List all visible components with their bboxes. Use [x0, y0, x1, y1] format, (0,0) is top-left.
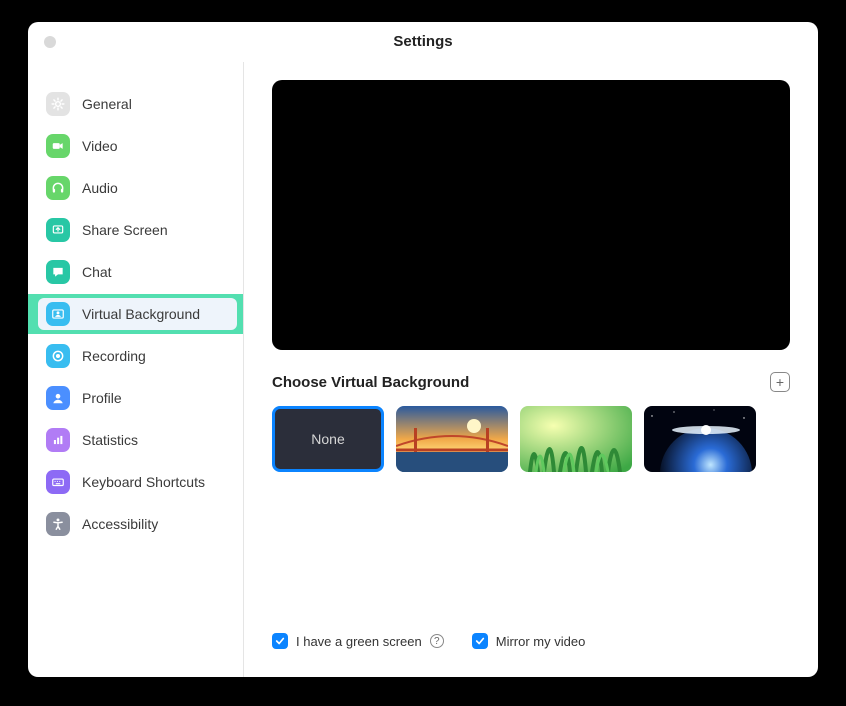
keyboard-icon: [46, 470, 70, 494]
sidebar-item-audio[interactable]: Audio: [28, 168, 243, 208]
sidebar-item-recording[interactable]: Recording: [28, 336, 243, 376]
sidebar-item-label: Keyboard Shortcuts: [82, 474, 205, 490]
accessibility-icon: [46, 512, 70, 536]
help-icon[interactable]: ?: [430, 634, 444, 648]
sidebar-item-profile[interactable]: Profile: [28, 378, 243, 418]
check-icon: [475, 636, 485, 646]
sidebar-item-label: Statistics: [82, 432, 138, 448]
mirror-label: Mirror my video: [496, 634, 586, 649]
sidebar-item-label: Chat: [82, 264, 112, 280]
settings-window: Settings General Video Audio Share Screen Ch…: [28, 22, 818, 677]
sidebar-item-label: Virtual Background: [82, 306, 200, 322]
grass-image: [520, 406, 632, 472]
add-background-button[interactable]: +: [770, 372, 790, 392]
sidebar-item-keyboard-shortcuts[interactable]: Keyboard Shortcuts: [28, 462, 243, 502]
plus-icon: +: [776, 375, 784, 389]
record-icon: [46, 344, 70, 368]
earth-image: [644, 406, 756, 472]
sidebar-item-label: Recording: [82, 348, 146, 364]
green-screen-checkbox[interactable]: [272, 633, 288, 649]
sidebar-item-label: Accessibility: [82, 516, 158, 532]
background-thumbnails: None: [272, 406, 790, 472]
headphones-icon: [46, 176, 70, 200]
section-header: Choose Virtual Background +: [272, 372, 790, 392]
video-icon: [46, 134, 70, 158]
sidebar-item-accessibility[interactable]: Accessibility: [28, 504, 243, 544]
bg-thumb-grass[interactable]: [520, 406, 632, 472]
thumb-label: None: [311, 431, 344, 447]
bg-thumb-earth[interactable]: [644, 406, 756, 472]
sidebar-item-statistics[interactable]: Statistics: [28, 420, 243, 460]
sidebar-item-label: Video: [82, 138, 118, 154]
chat-icon: [46, 260, 70, 284]
sidebar-item-chat[interactable]: Chat: [28, 252, 243, 292]
window-body: General Video Audio Share Screen Chat Virtual…: [28, 62, 818, 677]
green-screen-label: I have a green screen: [296, 634, 422, 649]
user-icon: [46, 386, 70, 410]
mirror-checkbox[interactable]: [472, 633, 488, 649]
sidebar-item-label: General: [82, 96, 132, 112]
close-icon[interactable]: [44, 36, 56, 48]
video-preview: [272, 80, 790, 350]
bridge-image: [396, 406, 508, 472]
sidebar-item-label: Profile: [82, 390, 122, 406]
green-screen-option: I have a green screen ?: [272, 633, 444, 649]
person-card-icon: [46, 302, 70, 326]
gear-icon: [46, 92, 70, 116]
sidebar-item-virtual-background[interactable]: Virtual Background: [28, 294, 243, 334]
mirror-option: Mirror my video: [472, 633, 586, 649]
sidebar-item-general[interactable]: General: [28, 84, 243, 124]
window-title: Settings: [393, 33, 452, 50]
sidebar-item-share-screen[interactable]: Share Screen: [28, 210, 243, 250]
stats-icon: [46, 428, 70, 452]
sidebar-item-label: Audio: [82, 180, 118, 196]
sidebar-item-video[interactable]: Video: [28, 126, 243, 166]
bg-thumb-bridge[interactable]: [396, 406, 508, 472]
bg-thumb-none[interactable]: None: [272, 406, 384, 472]
titlebar: Settings: [28, 22, 818, 62]
check-icon: [275, 636, 285, 646]
sidebar: General Video Audio Share Screen Chat Virtual…: [28, 62, 244, 677]
share-icon: [46, 218, 70, 242]
options-row: I have a green screen ? Mirror my video: [272, 633, 790, 653]
sidebar-item-label: Share Screen: [82, 222, 168, 238]
main-panel: Choose Virtual Background + None: [244, 62, 818, 677]
section-title: Choose Virtual Background: [272, 374, 469, 391]
